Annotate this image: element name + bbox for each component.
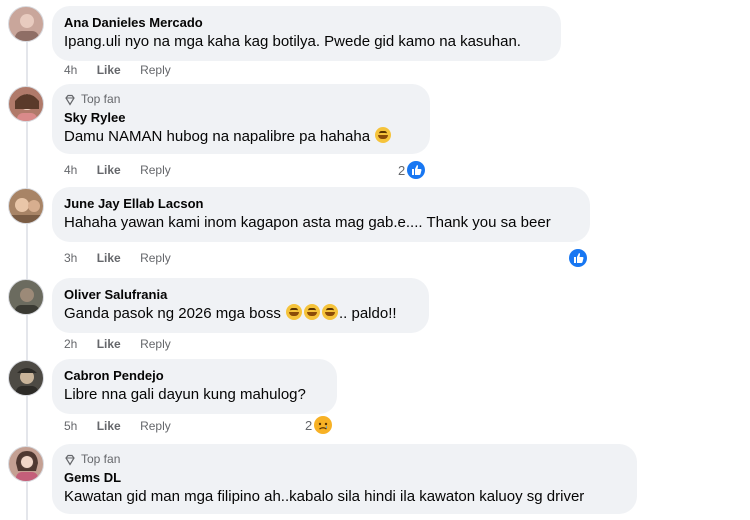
badge-label: Top fan (81, 452, 121, 466)
reaction-summary[interactable] (569, 249, 587, 267)
top-fan-badge: Top fan (64, 92, 418, 107)
laughing-emoji-icon (304, 304, 320, 320)
reply-button[interactable]: Reply (140, 251, 171, 265)
like-button[interactable]: Like (97, 163, 121, 177)
comment-text: Ganda pasok ng 2026 mga boss (64, 305, 281, 322)
comment-text: Ipang.uli nyo na mga kaha kag botilya. P… (64, 33, 521, 50)
comment-actions: 2h Like Reply (64, 336, 187, 352)
comment-actions: 3h Like Reply (64, 250, 187, 266)
comment-text-row: Damu NAMAN hubog na napalibre pa hahaha (64, 127, 418, 147)
comment-author[interactable]: Ana Danieles Mercado (64, 14, 549, 31)
avatar[interactable] (8, 188, 44, 224)
comment-author[interactable]: Sky Rylee (64, 109, 418, 126)
avatar[interactable] (8, 279, 44, 315)
laughing-emoji-icon (375, 127, 392, 143)
comment-time[interactable]: 3h (64, 251, 77, 265)
reaction-summary[interactable]: 2 (305, 416, 333, 434)
comment-bubble: Cabron Pendejo Libre nna gali dayun kung… (52, 359, 337, 414)
comment-text: Kawatan gid man mga filipino ah..kabalo … (64, 488, 585, 505)
comment-text-row: Ganda pasok ng 2026 mga boss .. paldo!! (64, 304, 417, 324)
comment-actions: 5h Like Reply (64, 418, 187, 434)
reaction-summary[interactable]: 2 (398, 161, 426, 179)
diamond-icon (65, 94, 75, 106)
comment-author[interactable]: Oliver Salufrania (64, 286, 417, 303)
avatar-image (15, 14, 39, 41)
diamond-icon (65, 454, 75, 466)
avatar[interactable] (8, 6, 44, 42)
like-icon (569, 249, 587, 267)
comment-text: Damu NAMAN hubog na napalibre pa hahaha (64, 128, 371, 145)
comment-bubble: Top fan Gems DL Kawatan gid man mga fili… (52, 444, 637, 514)
reply-button[interactable]: Reply (140, 163, 171, 177)
reply-button[interactable]: Reply (140, 419, 171, 433)
comment-bubble: Top fan Sky Rylee Damu NAMAN hubog na na… (52, 84, 430, 154)
badge-label: Top fan (81, 92, 121, 106)
reaction-count: 2 (398, 162, 406, 178)
like-button[interactable]: Like (97, 63, 121, 77)
comment-author[interactable]: Gems DL (64, 469, 625, 486)
comment-actions: 4h Like Reply (64, 162, 187, 178)
comment-bubble: Oliver Salufrania Ganda pasok ng 2026 mg… (52, 278, 429, 333)
avatar-image (16, 451, 38, 481)
avatar-image (11, 198, 43, 223)
top-fan-badge: Top fan (64, 452, 625, 467)
like-button[interactable]: Like (97, 337, 121, 351)
avatar-image (15, 288, 39, 314)
comment-bubble: June Jay Ellab Lacson Hahaha yawan kami … (52, 187, 590, 242)
comment-author[interactable]: June Jay Ellab Lacson (64, 195, 578, 212)
comment-actions: 4h Like Reply (64, 62, 187, 78)
comment-bubble: Ana Danieles Mercado Ipang.uli nyo na mg… (52, 6, 561, 61)
avatar[interactable] (8, 86, 44, 122)
reply-button[interactable]: Reply (140, 337, 171, 351)
comment-time[interactable]: 5h (64, 419, 77, 433)
sad-reaction-icon (314, 416, 333, 434)
like-button[interactable]: Like (97, 251, 121, 265)
comment-text: Libre nna gali dayun kung mahulog? (64, 386, 306, 403)
comment-text: Hahaha yawan kami inom kagapon asta mag … (64, 214, 551, 231)
reply-button[interactable]: Reply (140, 63, 171, 77)
avatar-image (16, 368, 38, 395)
avatar[interactable] (8, 446, 44, 482)
comment-text-suffix: .. paldo!! (339, 305, 397, 322)
reaction-count: 2 (305, 417, 313, 433)
avatar[interactable] (8, 360, 44, 396)
comment-author[interactable]: Cabron Pendejo (64, 367, 325, 384)
laughing-emoji-icon (322, 304, 338, 320)
comment-time[interactable]: 4h (64, 163, 77, 177)
laughing-emoji-icon (286, 304, 302, 320)
like-button[interactable]: Like (97, 419, 121, 433)
comment-time[interactable]: 4h (64, 63, 77, 77)
like-icon (407, 161, 426, 179)
avatar-image (15, 94, 39, 121)
comment-time[interactable]: 2h (64, 337, 77, 351)
